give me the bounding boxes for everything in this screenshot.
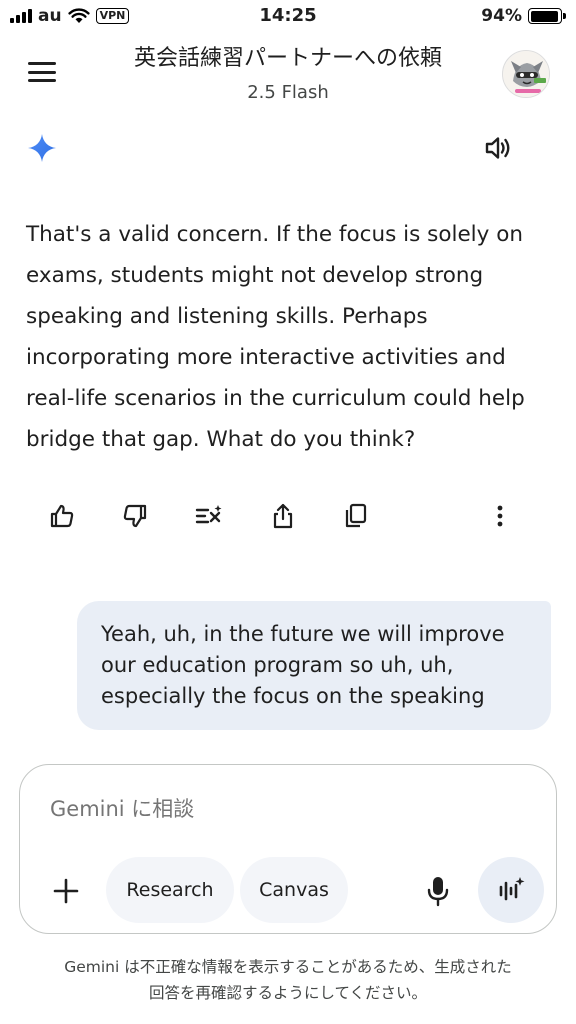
battery-fill: [530, 10, 558, 22]
user-message-bubble: Yeah, uh, in the future we will improve …: [77, 601, 551, 730]
microphone-icon[interactable]: [418, 869, 458, 913]
more-options-icon[interactable]: [482, 498, 518, 534]
user-message-text: Yeah, uh, in the future we will improve …: [101, 622, 505, 708]
research-chip[interactable]: Research: [106, 857, 234, 923]
battery-icon: [528, 8, 566, 24]
add-icon[interactable]: [44, 869, 88, 913]
assistant-response-text: That's a valid concern. If the focus is …: [26, 222, 525, 452]
model-label: 2.5 Flash: [247, 82, 329, 103]
share-icon[interactable]: [265, 498, 301, 534]
response-actions: [44, 498, 524, 534]
disclaimer: Gemini は不正確な情報を表示することがあるため、生成された 回答を再確認す…: [20, 954, 556, 1006]
app-header: 英会話練習パートナーへの依頼 2.5 Flash: [0, 36, 576, 112]
status-bar: au VPN 14:25 94%: [0, 0, 576, 34]
disclaimer-line-1: Gemini は不正確な情報を表示することがあるため、生成された: [64, 958, 512, 976]
hamburger-menu-icon[interactable]: [26, 60, 58, 84]
title-block[interactable]: 英会話練習パートナーへの依頼 2.5 Flash: [80, 40, 496, 103]
canvas-chip[interactable]: Canvas: [240, 857, 348, 923]
avatar-art: [503, 51, 549, 97]
conversation-title: 英会話練習パートナーへの依頼: [133, 46, 442, 71]
disclaimer-line-2: 回答を再確認するようにしてください。: [148, 984, 428, 1002]
thumbs-up-icon[interactable]: [44, 498, 80, 534]
gemini-live-icon[interactable]: [478, 857, 544, 923]
thumbs-down-icon[interactable]: [117, 498, 153, 534]
status-right: 94%: [481, 6, 566, 26]
profile-avatar-icon[interactable]: [502, 50, 550, 98]
battery-percent: 94%: [481, 6, 522, 26]
gemini-sparkle-icon: [28, 134, 56, 162]
speaker-icon[interactable]: [482, 132, 514, 164]
modify-response-icon[interactable]: [191, 498, 227, 534]
prompt-input[interactable]: [50, 797, 510, 821]
copy-icon[interactable]: [338, 498, 374, 534]
composer: Research Canvas: [19, 764, 557, 934]
